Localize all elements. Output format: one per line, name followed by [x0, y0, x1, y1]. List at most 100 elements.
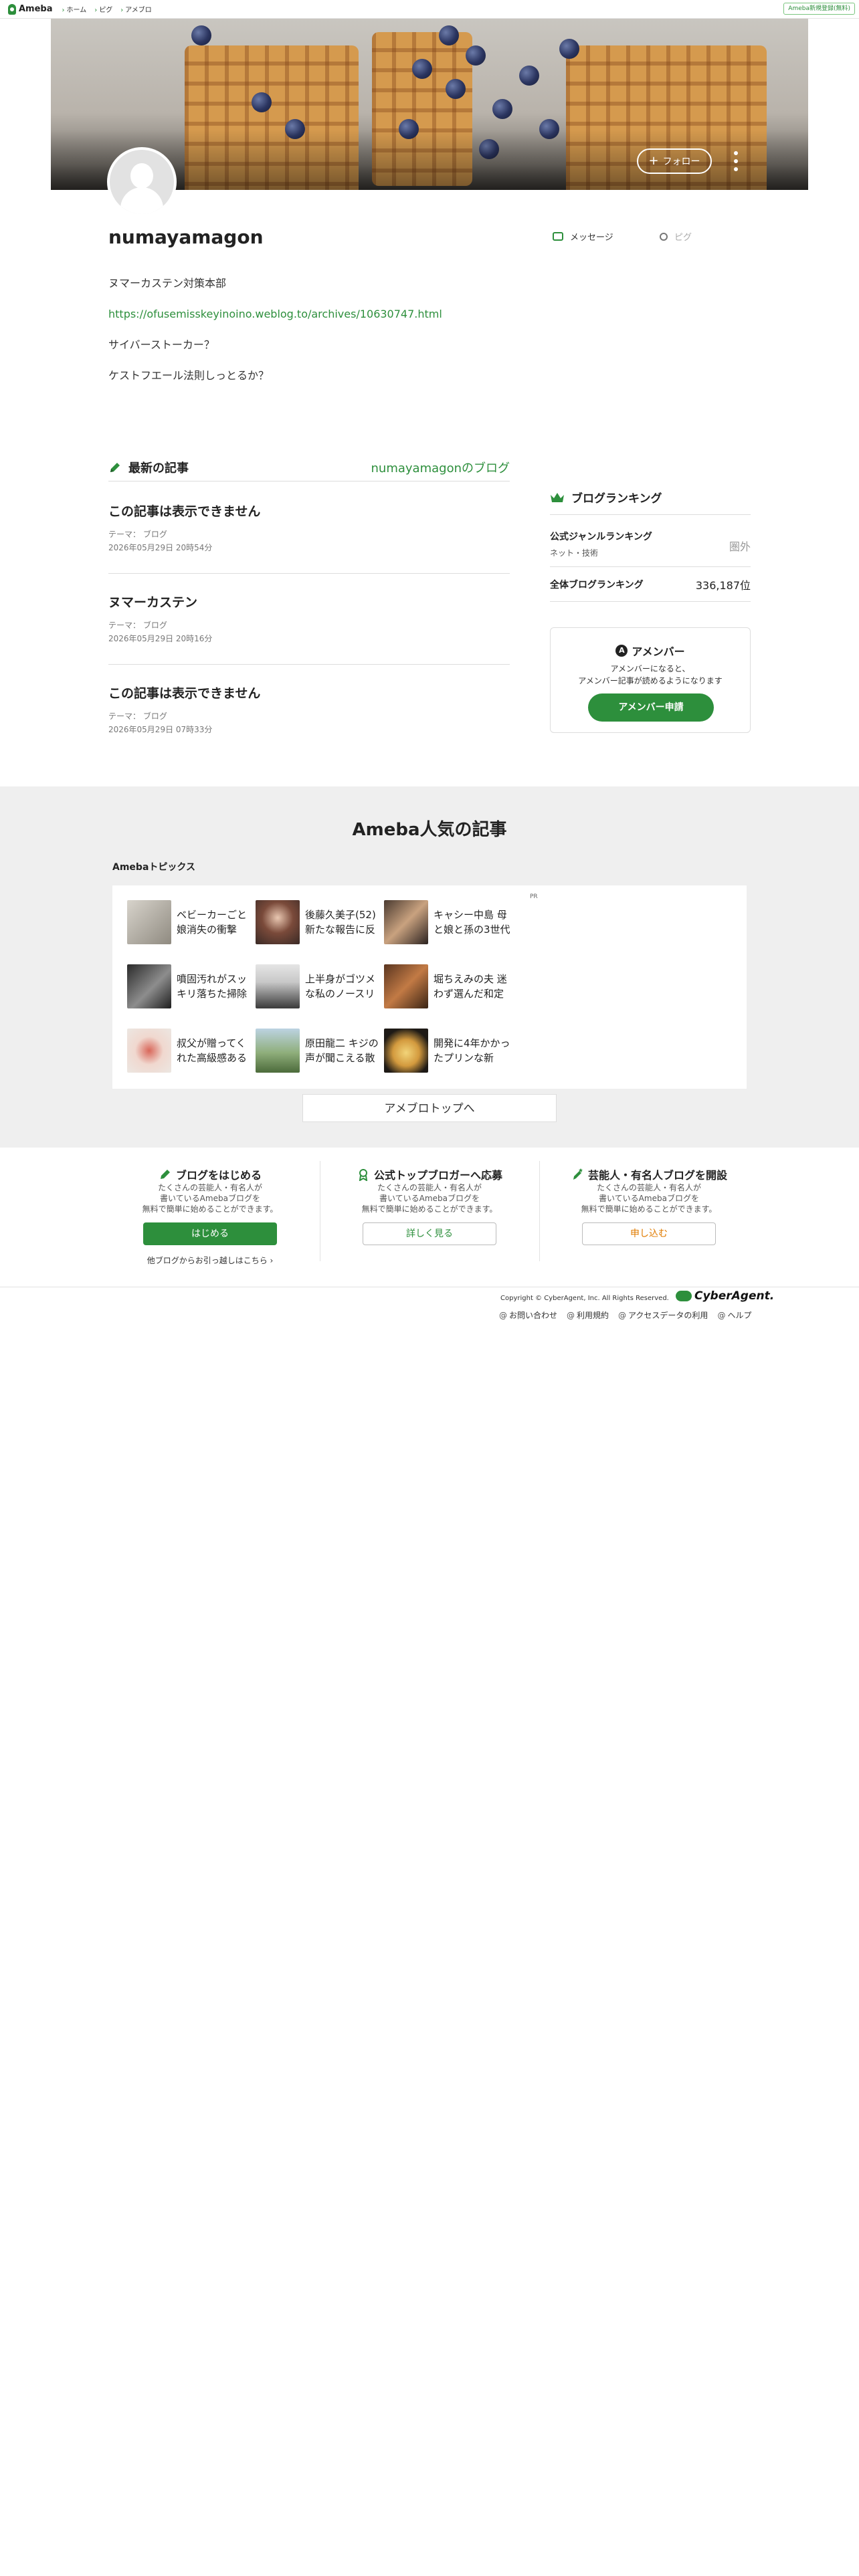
message-button[interactable]: メッセージ	[553, 230, 613, 243]
pr-label: PR	[530, 893, 538, 900]
footer-link-contact[interactable]: お問い合わせ	[499, 1309, 557, 1321]
topic-item[interactable]: ベビーカーごと娘消失の衝撃	[127, 900, 254, 944]
top-nav: ホーム ピグ アメブロ	[62, 4, 160, 14]
latest-articles-title: 最新の記事	[128, 461, 189, 475]
promo-line: 書いているAmebaブログを	[379, 1194, 480, 1203]
article-item[interactable]: ヌマーカステン テーマ： ブログ 2026年05月29日 20時16分	[108, 574, 510, 665]
genre-ranking-row[interactable]: 公式ジャンルランキング ネット・技術 圏外	[550, 520, 751, 567]
bio-line: サイバーストーカー？	[108, 338, 215, 351]
cover-berry	[559, 39, 579, 59]
article-theme: テーマ： ブログ	[108, 712, 167, 721]
avatar-head	[130, 163, 153, 189]
topic-text: ベビーカーごと娘消失の衝撃	[177, 909, 248, 936]
register-button[interactable]: Ameba新規登録(無料)	[783, 3, 855, 15]
article-title[interactable]: この記事は表示できません	[108, 683, 260, 702]
cyberagent-logo[interactable]: CyberAgent.	[676, 1289, 774, 1303]
details-button[interactable]: 詳しく見る	[363, 1222, 496, 1245]
cover-berry	[439, 25, 459, 45]
message-icon	[553, 232, 563, 241]
topic-thumbnail	[384, 1029, 428, 1073]
cover-berry	[519, 66, 539, 86]
topic-item[interactable]: 叔父が贈ってくれた高級感ある素肉	[127, 1029, 254, 1073]
more-menu-icon[interactable]	[731, 151, 741, 171]
total-ranking-row[interactable]: 全体ブログランキング 336,187位	[550, 567, 751, 602]
pigg-label: ピグ	[674, 233, 692, 243]
genre-ranking-genre: ネット・技術	[550, 548, 599, 558]
profile-bio: ヌマーカステン対策本部 https://ofusemisskeyinoino.w…	[108, 276, 537, 399]
promo-start-blog: ブログをはじめる たくさんの芸能人・有名人が 書いているAmebaブログを 無料…	[100, 1148, 320, 1265]
avatar-body	[120, 187, 163, 214]
promo-line: 無料で簡単に始めることができます。	[142, 1204, 278, 1214]
message-label: メッセージ	[570, 233, 613, 243]
topic-item[interactable]: 後藤久美子(52) 新たな報告に反響	[256, 900, 383, 944]
article-theme: テーマ： ブログ	[108, 621, 167, 630]
follow-button[interactable]: + フォロー	[637, 148, 712, 174]
article-title[interactable]: ヌマーカステン	[108, 593, 197, 611]
amember-desc: アメンバー記事が読めるようになります	[578, 676, 723, 685]
footer-link-terms[interactable]: 利用規約	[567, 1309, 609, 1321]
article-date: 2026年05月29日 20時16分	[108, 634, 213, 643]
bio-link[interactable]: https://ofusemisskeyinoino.weblog.to/arc…	[108, 308, 442, 320]
topic-thumbnail	[127, 1029, 171, 1073]
topic-thumbnail	[127, 900, 171, 944]
footer-link-help[interactable]: ヘルプ	[717, 1309, 751, 1321]
ameba-logo[interactable]: Ameba	[8, 3, 53, 15]
promo-line: 書いているAmebaブログを	[160, 1194, 260, 1203]
move-blog-link[interactable]: 他ブログからお引っ越しはこちら ›	[100, 1255, 320, 1266]
genre-ranking-label: 公式ジャンルランキング	[550, 532, 652, 542]
cover-berry	[412, 59, 432, 79]
cyberagent-logo-icon	[676, 1291, 692, 1301]
apply-button[interactable]: 申し込む	[582, 1222, 716, 1245]
follow-label: フォロー	[662, 156, 700, 167]
topic-item[interactable]: キャシー中島 母と娘と孫の3世代	[384, 900, 511, 944]
article-title[interactable]: この記事は表示できません	[108, 502, 260, 520]
footer-link-access-data[interactable]: アクセスデータの利用	[618, 1309, 708, 1321]
topic-thumbnail	[127, 964, 171, 1008]
plus-icon: +	[648, 154, 659, 168]
topic-item[interactable]: 噴固汚れがスッキリ落ちた掃除	[127, 964, 254, 1008]
article-theme: テーマ： ブログ	[108, 530, 167, 539]
promo-line: 無料で簡単に始めることができます。	[361, 1204, 498, 1214]
footer-links: お問い合わせ 利用規約 アクセスデータの利用 ヘルプ	[499, 1309, 761, 1321]
topic-item[interactable]: 堀ちえみの夫 迷わず選んだ和定食	[384, 964, 511, 1008]
article-item[interactable]: この記事は表示できません テーマ： ブログ 2026年05月29日 20時54分	[108, 483, 510, 574]
pencil-icon	[110, 462, 120, 472]
topic-item[interactable]: 原田龍二 キジの声が聞こえる散歩	[256, 1029, 383, 1073]
amember-icon: A	[615, 645, 628, 657]
avatar[interactable]	[107, 147, 177, 217]
topics-box: PR ベビーカーごと娘消失の衝撃 後藤久美子(52) 新たな報告に反響 キャシー…	[112, 885, 747, 1089]
amember-apply-button[interactable]: アメンバー申請	[588, 693, 714, 722]
topic-thumbnail	[256, 964, 300, 1008]
nav-ameblo[interactable]: アメブロ	[120, 4, 152, 14]
topic-thumbnail	[384, 964, 428, 1008]
crown-icon	[551, 492, 564, 502]
topic-text: 原田龍二 キジの声が聞こえる散歩	[305, 1037, 379, 1064]
ameblo-top-button[interactable]: アメブロトップへ	[302, 1094, 557, 1122]
pigg-button[interactable]: ピグ	[660, 230, 692, 243]
promo-title: ブログをはじめる	[175, 1169, 262, 1182]
topic-thumbnail	[256, 1029, 300, 1073]
username: numayamagon	[108, 226, 264, 248]
blog-link[interactable]: numayamagonのブログ	[371, 459, 510, 476]
topic-item[interactable]: 上半身がゴツメな私のノースリーブ	[256, 964, 383, 1008]
topic-item[interactable]: 開発に4年かかったプリンな新作...	[384, 1029, 511, 1073]
bio-line: ヌマーカステン対策本部	[108, 277, 227, 290]
ameba-logo-icon	[8, 3, 16, 15]
pencil-icon	[160, 1170, 170, 1179]
amember-box: A アメンバー アメンバーになると、 アメンバー記事が読めるようになります アメ…	[550, 627, 751, 733]
ranking-header: ブログランキング	[550, 480, 751, 515]
topic-text: 叔父が贈ってくれた高級感ある素肉	[177, 1037, 248, 1064]
article-date: 2026年05月29日 20時54分	[108, 543, 213, 552]
cyberagent-logo-text: CyberAgent.	[694, 1289, 775, 1303]
top-bar: Ameba ホーム ピグ アメブロ Ameba新規登録(無料)	[0, 0, 859, 19]
nav-home[interactable]: ホーム	[62, 4, 87, 14]
popular-title: Ameba人気の記事	[352, 820, 507, 840]
promo-line: たくさんの芸能人・有名人が	[596, 1183, 701, 1192]
amember-desc: アメンバーになると、	[610, 664, 690, 673]
promo-line: 無料で簡単に始めることができます。	[581, 1204, 717, 1214]
topic-text: 堀ちえみの夫 迷わず選んだ和定食	[434, 973, 507, 1000]
start-blog-button[interactable]: はじめる	[143, 1222, 277, 1245]
cover-berry	[492, 99, 512, 119]
nav-pigg[interactable]: ピグ	[94, 4, 112, 14]
article-item[interactable]: この記事は表示できません テーマ： ブログ 2026年05月29日 07時33分	[108, 665, 510, 756]
